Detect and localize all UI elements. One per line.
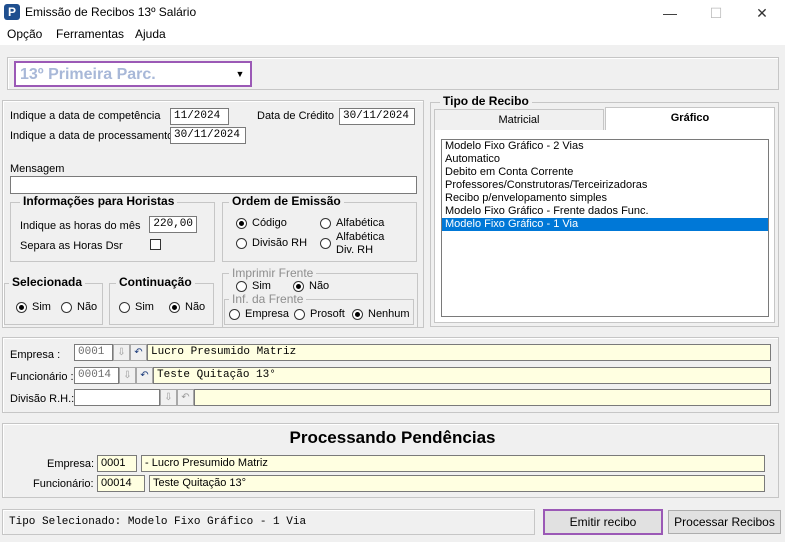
competencia-label: Indique a data de competência bbox=[10, 110, 161, 122]
inf-prosoft-radio[interactable] bbox=[294, 309, 305, 320]
list-item[interactable]: Automatico bbox=[442, 153, 768, 166]
empresa-code-field[interactable]: 0001 bbox=[74, 344, 113, 361]
download-icon[interactable]: ⇩ bbox=[113, 344, 130, 361]
menu-ajuda[interactable]: Ajuda bbox=[135, 27, 166, 41]
ordem-alfabetica-div-radio[interactable] bbox=[320, 238, 331, 249]
imprimir-frente-title: Imprimir Frente bbox=[229, 266, 317, 280]
ordem-alfabetica-label: Alfabética bbox=[336, 217, 385, 229]
dsr-checkbox[interactable] bbox=[150, 239, 161, 250]
credito-field[interactable]: 30/11/2024 bbox=[339, 108, 415, 125]
funcionario-code-field[interactable]: 00014 bbox=[74, 367, 119, 384]
inf-frente-title: Inf. da Frente bbox=[229, 292, 307, 306]
list-item[interactable]: Debito em Conta Corrente bbox=[442, 166, 768, 179]
processamento-label: Indique a data de processamento bbox=[10, 130, 174, 142]
selecionada-title: Selecionada bbox=[9, 275, 86, 289]
mensagem-field[interactable] bbox=[10, 176, 417, 194]
pend-empresa-code: 0001 bbox=[97, 455, 137, 472]
inf-nenhum-label: Nenhum bbox=[368, 308, 410, 320]
minimize-button[interactable]: — bbox=[647, 0, 693, 26]
frente-nao-radio[interactable] bbox=[293, 281, 304, 292]
list-item[interactable]: Professores/Construtoras/Terceirizadoras bbox=[442, 179, 768, 192]
tipo-recibo-title: Tipo de Recibo bbox=[440, 94, 532, 108]
ordem-codigo-radio[interactable] bbox=[236, 218, 247, 229]
pend-funcionario-label: Funcionário: bbox=[33, 478, 94, 490]
inf-nenhum-radio[interactable] bbox=[352, 309, 363, 320]
inf-empresa-radio[interactable] bbox=[229, 309, 240, 320]
pend-empresa-label: Empresa: bbox=[47, 458, 95, 470]
frente-sim-radio[interactable] bbox=[236, 281, 247, 292]
download-icon[interactable]: ⇩ bbox=[160, 389, 177, 406]
download-icon[interactable]: ⇩ bbox=[119, 367, 136, 384]
tab-grafico[interactable]: Gráfico bbox=[605, 107, 775, 131]
competencia-field[interactable]: 11/2024 bbox=[170, 108, 229, 125]
list-item[interactable]: Recibo p/envelopamento simples bbox=[442, 192, 768, 205]
continuacao-nao-radio[interactable] bbox=[169, 302, 180, 313]
continuacao-nao-label: Não bbox=[185, 301, 206, 313]
status-text: Tipo Selecionado: Modelo Fixo Gráfico - … bbox=[9, 516, 307, 528]
list-item[interactable]: Modelo Fixo Gráfico - Frente dados Func. bbox=[442, 205, 768, 218]
ordem-divisao-label: Divisão RH bbox=[252, 237, 308, 249]
divisao-label: Divisão R.H.: bbox=[10, 393, 75, 405]
processamento-field[interactable]: 30/11/2024 bbox=[170, 127, 246, 144]
ordem-alfabetica-div-label: Alfabética bbox=[336, 231, 385, 243]
horas-field[interactable]: 220,00 bbox=[149, 216, 197, 233]
parcela-select-value: 13º Primeira Parc. bbox=[20, 66, 156, 83]
undo-icon[interactable]: ↶ bbox=[177, 389, 194, 406]
divisao-code-field[interactable] bbox=[74, 389, 160, 406]
empresa-name-field[interactable]: Lucro Presumido Matriz bbox=[147, 344, 771, 361]
recibo-list[interactable]: Modelo Fixo Gráfico - 2 Vias Automatico … bbox=[441, 139, 769, 317]
horas-label: Indique as horas do mês bbox=[20, 220, 141, 232]
close-button[interactable]: ✕ bbox=[739, 0, 785, 26]
pend-funcionario-code: 00014 bbox=[97, 475, 145, 492]
pendencias-title: Processando Pendências bbox=[289, 428, 496, 447]
ordem-codigo-label: Código bbox=[252, 217, 287, 229]
undo-icon[interactable]: ↶ bbox=[136, 367, 153, 384]
list-item-selected[interactable]: Modelo Fixo Gráfico - 1 Via bbox=[442, 218, 768, 231]
horistas-title: Informações para Horistas bbox=[20, 194, 178, 208]
window-title: Emissão de Recibos 13º Salário bbox=[25, 5, 197, 19]
tab-matricial[interactable]: Matricial bbox=[434, 109, 604, 131]
undo-icon[interactable]: ↶ bbox=[130, 344, 147, 361]
maximize-button[interactable]: ☐ bbox=[693, 0, 739, 26]
inf-empresa-label: Empresa bbox=[245, 308, 290, 320]
selecionada-nao-radio[interactable] bbox=[61, 302, 72, 313]
funcionario-name-field[interactable]: Teste Quitação 13° bbox=[153, 367, 771, 384]
empresa-label: Empresa : bbox=[10, 349, 61, 361]
menu-ferramentas[interactable]: Ferramentas bbox=[56, 27, 124, 41]
selecionada-sim-label: Sim bbox=[32, 301, 51, 313]
emitir-recibo-button[interactable]: Emitir recibo bbox=[543, 509, 663, 535]
ordem-group bbox=[222, 202, 417, 262]
menu-bar: Opção Ferramentas Ajuda bbox=[0, 26, 785, 45]
inf-prosoft-label: Prosoft bbox=[310, 308, 345, 320]
menu-opcao[interactable]: Opção bbox=[7, 27, 42, 41]
divisao-name-field[interactable] bbox=[194, 389, 771, 406]
ordem-title: Ordem de Emissão bbox=[229, 194, 344, 208]
continuacao-sim-radio[interactable] bbox=[119, 302, 130, 313]
frente-sim-label: Sim bbox=[252, 280, 271, 292]
selecionada-sim-radio[interactable] bbox=[16, 302, 27, 313]
processar-recibos-button[interactable]: Processar Recibos bbox=[668, 510, 781, 534]
pend-empresa-name: - Lucro Presumido Matriz bbox=[141, 455, 765, 472]
pend-funcionario-name: Teste Quitação 13° bbox=[149, 475, 765, 492]
continuacao-title: Continuação bbox=[116, 275, 195, 289]
parcela-select[interactable]: 13º Primeira Parc. ▼ bbox=[14, 61, 252, 87]
frente-nao-label: Não bbox=[309, 280, 330, 292]
ordem-alfabetica-radio[interactable] bbox=[320, 218, 331, 229]
funcionario-label: Funcionário : bbox=[10, 371, 74, 383]
dsr-label: Separa as Horas Dsr bbox=[20, 240, 123, 252]
mensagem-label: Mensagem bbox=[10, 163, 65, 175]
list-item[interactable]: Modelo Fixo Gráfico - 2 Vias bbox=[442, 140, 768, 153]
credito-label: Data de Crédito bbox=[257, 110, 335, 122]
title-bar: P Emissão de Recibos 13º Salário — ☐ ✕ bbox=[0, 0, 785, 26]
ordem-alfabetica-div-label-2: Div. RH bbox=[336, 244, 374, 256]
continuacao-sim-label: Sim bbox=[135, 301, 154, 313]
ordem-divisao-radio[interactable] bbox=[236, 238, 247, 249]
chevron-down-icon[interactable]: ▼ bbox=[232, 65, 248, 83]
app-icon: P bbox=[4, 4, 20, 20]
selecionada-nao-label: Não bbox=[77, 301, 98, 313]
